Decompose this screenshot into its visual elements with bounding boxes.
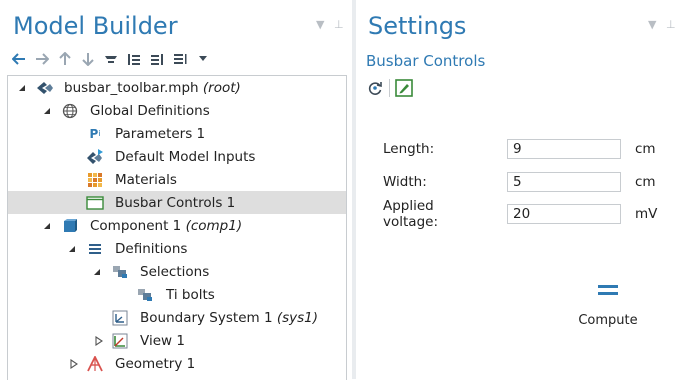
- expanded-arrow-icon[interactable]: [92, 267, 102, 277]
- component-icon: [61, 217, 79, 235]
- pin-icon[interactable]: ⊥: [334, 18, 344, 31]
- settings-panel: Settings ▼ ⊥ Busbar Controls Length: cm …: [356, 0, 681, 379]
- tree-node-root[interactable]: busbar_toolbar.mph (root): [8, 76, 346, 99]
- tree-node-label: Default Model Inputs: [115, 148, 256, 165]
- selection-icon: [136, 286, 154, 304]
- panel-menu-icon[interactable]: ▼: [648, 18, 656, 31]
- definitions-icon: [86, 240, 104, 258]
- applied-voltage-input[interactable]: [507, 204, 621, 224]
- tree-node-busbar-controls[interactable]: Busbar Controls 1: [8, 191, 346, 214]
- tree-node-materials[interactable]: Materials: [8, 168, 346, 191]
- model-inputs-icon: [86, 148, 104, 166]
- pin-icon[interactable]: ⊥: [666, 18, 676, 31]
- field-label: Length:: [383, 141, 435, 157]
- tree-node-label: Ti bolts: [166, 286, 215, 303]
- tree-node-label: Component 1 (comp1): [90, 217, 243, 234]
- compute-button[interactable]: Compute: [572, 280, 644, 336]
- up-arrow-icon[interactable]: [58, 51, 72, 67]
- field-unit: cm: [635, 174, 656, 190]
- tree-node-ti-bolts[interactable]: Ti bolts: [8, 283, 346, 306]
- tree-node-definitions[interactable]: Definitions: [8, 237, 346, 260]
- tree-node-boundary-system[interactable]: Boundary System 1 (sys1): [8, 306, 346, 329]
- toolbar-separator: [389, 79, 390, 97]
- model-builder-toolbar: [12, 50, 219, 68]
- panel-title: Model Builder: [13, 12, 178, 40]
- tree-node-label: Global Definitions: [90, 102, 210, 119]
- dropdown-icon[interactable]: [196, 51, 210, 67]
- tree-node-label: Busbar Controls 1: [115, 194, 236, 211]
- tree-node-parameters[interactable]: Pi Parameters 1: [8, 122, 346, 145]
- collapsed-arrow-icon[interactable]: [69, 358, 79, 369]
- expand-all-icon[interactable]: [150, 51, 164, 67]
- model-file-icon: [36, 79, 54, 97]
- parameters-icon: Pi: [89, 126, 101, 141]
- collapsed-arrow-icon[interactable]: [94, 335, 104, 346]
- tree-node-component[interactable]: Component 1 (comp1): [8, 214, 346, 237]
- tree-node-geometry[interactable]: Geometry 1: [8, 352, 346, 375]
- back-arrow-icon[interactable]: [12, 51, 26, 67]
- refresh-icon[interactable]: [365, 78, 385, 98]
- tree-node-label: Geometry 1: [115, 355, 196, 372]
- tree-node-label: Definitions: [115, 240, 188, 257]
- tree-node-label: Materials: [115, 171, 177, 188]
- tree-node-selections[interactable]: Selections: [8, 260, 346, 283]
- length-input[interactable]: [507, 139, 621, 159]
- down-arrow-icon[interactable]: [81, 51, 95, 67]
- panel-menu-icon[interactable]: ▼: [316, 18, 324, 31]
- field-unit: cm: [635, 141, 656, 157]
- edit-form-icon[interactable]: [394, 78, 414, 98]
- view-icon: [111, 332, 129, 350]
- expanded-arrow-icon[interactable]: [17, 83, 27, 93]
- show-icon[interactable]: [104, 51, 118, 67]
- list-icon[interactable]: [173, 51, 187, 67]
- tree-node-label: View 1: [140, 332, 185, 349]
- equals-icon: [596, 280, 620, 300]
- field-unit: mV: [635, 206, 658, 222]
- tree-node-view[interactable]: View 1: [8, 329, 346, 352]
- forward-arrow-icon[interactable]: [35, 51, 49, 67]
- expanded-arrow-icon[interactable]: [67, 244, 77, 254]
- form-icon: [86, 194, 104, 212]
- field-label: Applied voltage:: [383, 198, 438, 230]
- tree-node-label: Parameters 1: [115, 125, 206, 142]
- model-builder-panel: Model Builder ▼ ⊥ busbar_toolbar.mph (ro…: [0, 0, 352, 380]
- tree-node-label: busbar_toolbar.mph (root): [64, 79, 241, 96]
- expanded-arrow-icon[interactable]: [42, 106, 52, 116]
- panel-title: Settings: [368, 12, 467, 40]
- tree-node-label: Selections: [140, 263, 210, 280]
- field-label: Width:: [383, 174, 427, 190]
- globe-icon: [61, 102, 79, 120]
- width-input[interactable]: [507, 172, 621, 192]
- tree-node-default-model-inputs[interactable]: Default Model Inputs: [8, 145, 346, 168]
- expanded-arrow-icon[interactable]: [42, 221, 52, 231]
- selections-icon: [111, 263, 129, 281]
- settings-subtitle: Busbar Controls: [366, 52, 486, 70]
- tree-node-label: Boundary System 1 (sys1): [140, 309, 319, 326]
- model-tree: busbar_toolbar.mph (root) Global Definit…: [7, 75, 347, 380]
- coordinate-system-icon: [111, 309, 129, 327]
- compute-label: Compute: [578, 313, 638, 328]
- materials-icon: [86, 171, 104, 189]
- geometry-icon: [86, 355, 104, 373]
- collapse-all-icon[interactable]: [127, 51, 141, 67]
- tree-node-global-definitions[interactable]: Global Definitions: [8, 99, 346, 122]
